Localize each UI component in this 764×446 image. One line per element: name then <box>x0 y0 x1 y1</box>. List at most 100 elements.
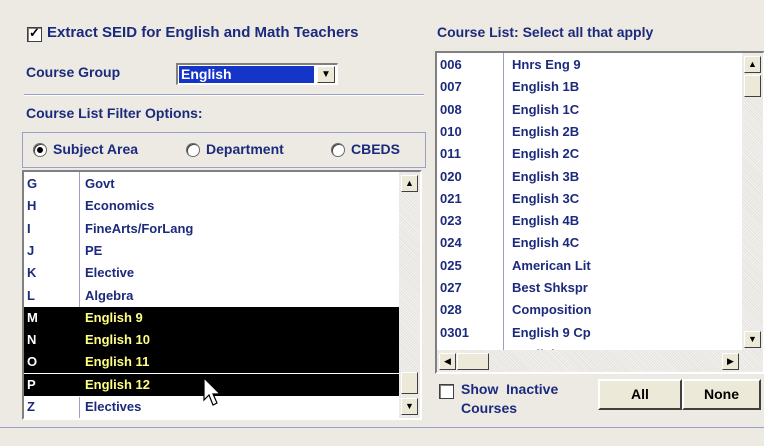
scroll-right-icon[interactable]: ▶ <box>722 353 739 370</box>
course-name: American Lit <box>512 257 591 273</box>
subject-code: L <box>27 287 35 303</box>
subject-name: Elective <box>85 265 135 281</box>
scroll-up-icon[interactable]: ▲ <box>744 56 761 73</box>
course-row[interactable]: 008 English 1C <box>437 99 742 121</box>
course-name: English 4C <box>512 235 580 251</box>
course-code: 008 <box>440 101 462 117</box>
checkmark-icon: ✓ <box>29 25 40 40</box>
course-row[interactable]: 028 Composition <box>437 299 742 321</box>
subject-name: Govt <box>85 176 115 191</box>
course-code: 023 <box>440 213 462 229</box>
course-name: English 4B <box>512 213 580 229</box>
course-row[interactable]: 006 Hnrs Eng 9 <box>437 54 742 76</box>
scroll-thumb[interactable] <box>401 372 418 394</box>
subject-code: J <box>27 242 35 258</box>
course-row[interactable]: 010 English 2B <box>437 121 742 143</box>
subject-code: N <box>27 332 37 348</box>
course-name: English 3B <box>512 168 580 184</box>
course-code: 021 <box>440 190 462 206</box>
mouse-cursor-icon <box>203 377 222 406</box>
course-row[interactable]: 011 English 2C <box>437 143 742 165</box>
course-code: 027 <box>440 280 462 295</box>
subject-list-scrollbar[interactable]: ▲ ▼ <box>399 172 420 418</box>
course-name: English 1C <box>512 101 580 117</box>
subject-row[interactable]: M English 9 <box>24 306 399 329</box>
subject-name: FineArts/ForLang <box>85 220 194 236</box>
select-none-button[interactable]: None <box>682 379 761 410</box>
course-filter-window: ✓ Extract SEID for English and Math Teac… <box>0 0 764 446</box>
subject-row[interactable]: K Elective <box>24 262 399 284</box>
subject-code: M <box>27 309 38 325</box>
subject-name: English 11 <box>85 354 150 370</box>
course-row[interactable]: 027 Best Shkspr <box>437 277 742 299</box>
subject-row[interactable]: L Algebra <box>24 285 399 307</box>
course-code: 0301 <box>440 324 469 340</box>
dropdown-arrow-icon[interactable]: ▼ <box>317 66 335 83</box>
course-row[interactable]: 023 English 4B <box>437 210 742 232</box>
course-row[interactable]: 025 American Lit <box>437 255 742 277</box>
course-row[interactable]: 024 English 4C <box>437 232 742 254</box>
course-list-vscrollbar[interactable]: ▲ ▼ <box>742 53 763 350</box>
filter-options-title: Course List Filter Options: <box>26 105 203 121</box>
radio-department-label[interactable]: Department <box>206 141 284 157</box>
course-code: 024 <box>440 235 462 251</box>
show-inactive-label-line1: Show Inactive <box>461 381 559 397</box>
subject-row[interactable]: J PE <box>24 240 399 262</box>
course-group-label: Course Group <box>26 64 121 80</box>
subject-name: PE <box>85 242 103 258</box>
course-code: 020 <box>440 168 462 184</box>
radio-subject-area-label[interactable]: Subject Area <box>53 141 138 157</box>
extract-seid-checkbox[interactable]: ✓ <box>27 25 42 42</box>
scroll-up-icon[interactable]: ▲ <box>401 175 418 192</box>
filter-radio-group: Subject Area Department CBEDS <box>22 132 426 168</box>
course-name: English 2B <box>512 123 580 139</box>
course-list-hscrollbar[interactable]: ◀ ▶ <box>437 350 763 372</box>
subject-row[interactable]: O English 11 <box>24 351 399 374</box>
course-list[interactable]: 006 Hnrs Eng 9 007 English 1B 008 English 1C 0… <box>435 51 764 374</box>
course-name: Best Shkspr <box>512 280 588 295</box>
course-name: Hnrs Eng 9 <box>512 57 581 72</box>
subject-code: G <box>27 176 38 191</box>
course-name: English 1B <box>512 79 580 95</box>
course-row[interactable]: 021 English 3C <box>437 188 742 210</box>
course-group-select[interactable]: English ▼ <box>176 63 338 85</box>
subject-row[interactable]: N English 10 <box>24 329 399 352</box>
course-name: English 3C <box>512 190 580 206</box>
subject-code: O <box>27 354 38 370</box>
show-inactive-checkbox[interactable] <box>439 384 454 399</box>
course-code: 010 <box>440 123 462 139</box>
course-row[interactable]: 0301 English 9 Cp <box>437 322 742 344</box>
course-list-title: Course List: Select all that apply <box>437 24 654 40</box>
course-row[interactable]: 007 English 1B <box>437 76 742 98</box>
subject-row[interactable]: G Govt <box>24 173 399 195</box>
subject-name: Economics <box>85 198 155 214</box>
subject-code: I <box>27 220 31 236</box>
scroll-down-icon[interactable]: ▼ <box>744 331 761 348</box>
scroll-down-icon[interactable]: ▼ <box>401 398 418 415</box>
radio-selected-dot <box>37 147 43 153</box>
subject-row[interactable]: I FineArts/ForLang <box>24 218 399 240</box>
course-name: English 2C <box>512 146 580 162</box>
subject-name: Electives <box>85 399 142 414</box>
subject-name: English 9 <box>85 309 143 325</box>
extract-seid-label: Extract SEID for English and Math Teache… <box>47 24 359 41</box>
course-row[interactable]: 020 English 3B <box>437 166 742 188</box>
course-code: 011 <box>440 146 461 162</box>
course-name: Composition <box>512 302 592 318</box>
radio-cbeds[interactable] <box>331 143 345 157</box>
scroll-thumb[interactable] <box>744 75 761 97</box>
radio-department[interactable] <box>186 143 200 157</box>
course-code: 028 <box>440 302 462 318</box>
subject-name: English 12 <box>85 376 151 392</box>
radio-cbeds-label[interactable]: CBEDS <box>351 141 400 157</box>
subject-code: H <box>27 198 37 214</box>
subject-row[interactable]: H Economics <box>24 195 399 217</box>
show-inactive-label-line2: Courses <box>461 400 518 416</box>
scroll-left-icon[interactable]: ◀ <box>439 353 456 370</box>
subject-code: Z <box>27 399 35 414</box>
show-inactive-label: Show Inactive Courses <box>461 380 558 418</box>
hscroll-thumb[interactable] <box>457 353 489 370</box>
radio-subject-area[interactable] <box>33 143 47 157</box>
select-all-button[interactable]: All <box>598 379 682 410</box>
subject-name: English 10 <box>85 332 151 348</box>
